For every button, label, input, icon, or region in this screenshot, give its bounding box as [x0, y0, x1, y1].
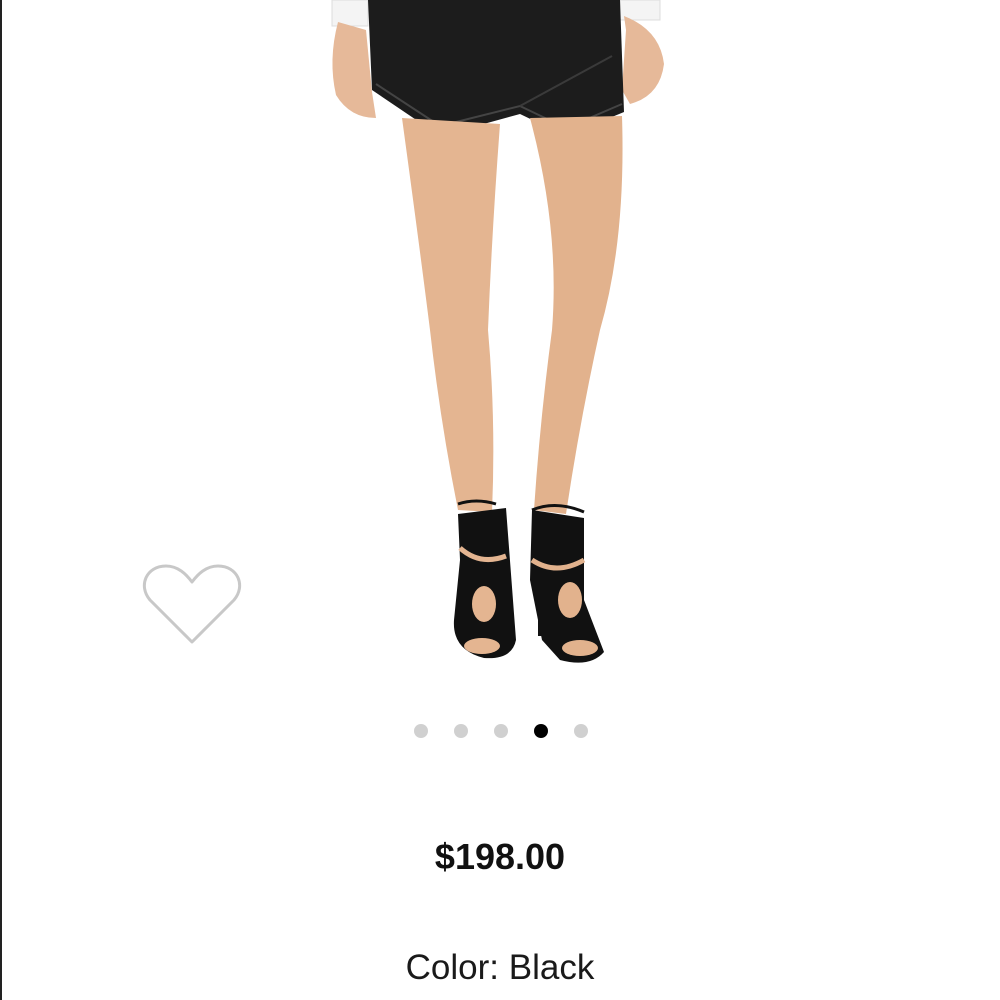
carousel-dots [1, 724, 1000, 740]
carousel-dot-1[interactable] [414, 724, 428, 738]
carousel-dot-5[interactable] [574, 724, 588, 738]
color-selection: Color: Black [0, 948, 1000, 988]
carousel-dot-3[interactable] [494, 724, 508, 738]
color-value: Black [508, 948, 595, 987]
heart-outline-icon [143, 564, 241, 644]
product-image[interactable] [300, 0, 700, 690]
carousel-dot-2[interactable] [454, 724, 468, 738]
color-label: Color: [405, 948, 500, 987]
favorite-button[interactable] [140, 560, 244, 650]
carousel-dot-4-active[interactable] [534, 724, 548, 738]
product-price: $198.00 [434, 836, 566, 877]
